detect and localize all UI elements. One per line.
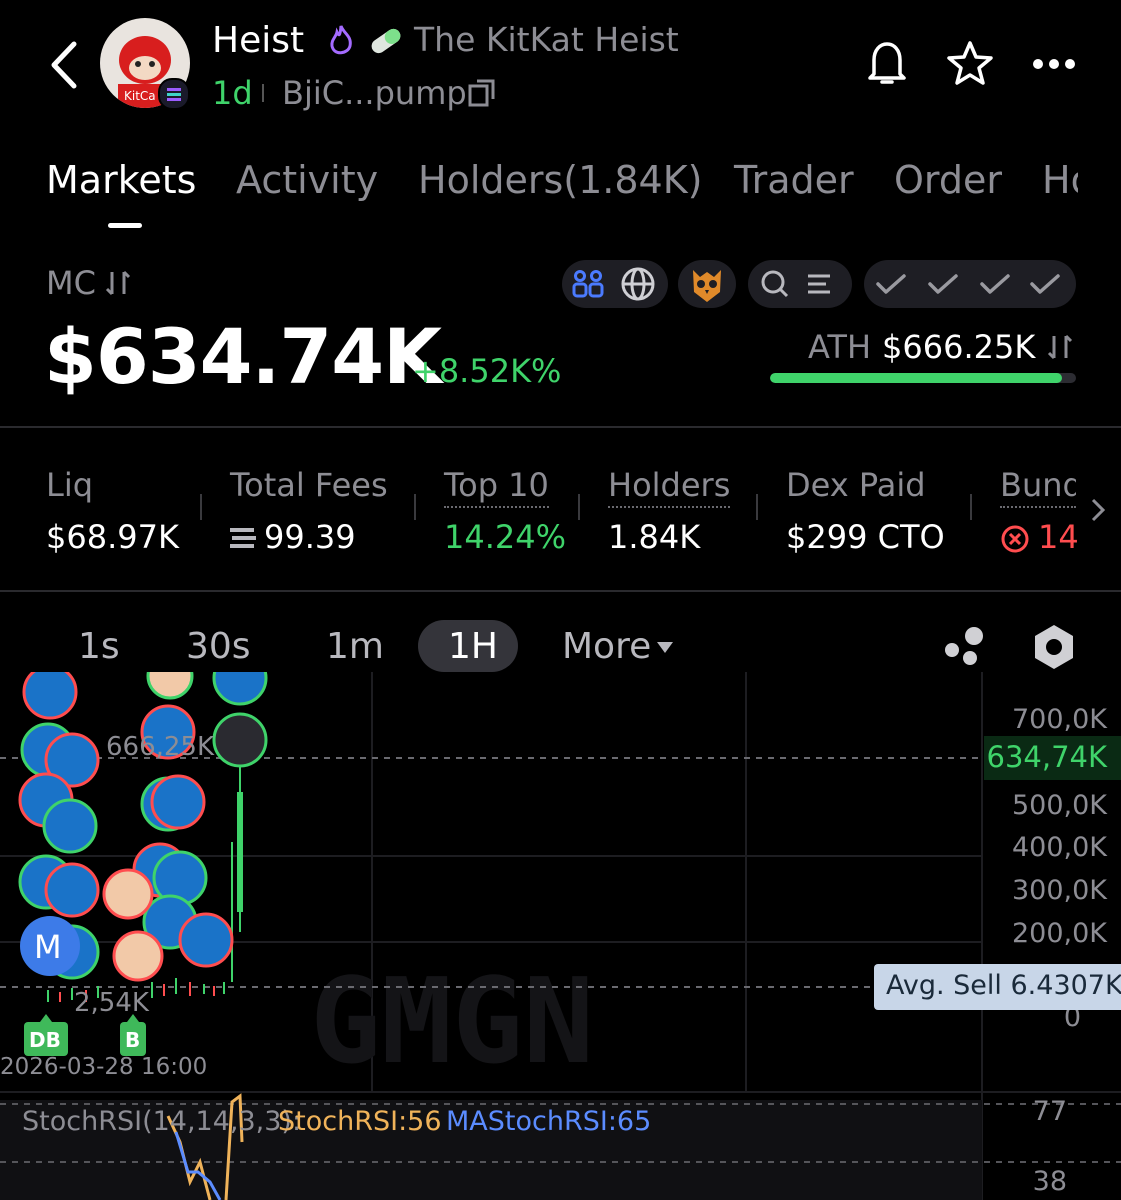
stat-separator [756,494,758,520]
y-axis-label: 500,0K [1011,790,1107,821]
tab-active-indicator [108,223,142,228]
price-chart[interactable]: GMGN M DB B 666,25K 2,54K 2026-03-28 16:… [0,672,1121,1200]
tab-activity[interactable]: Activity [236,158,378,202]
stochrsi-value: StochRSI:56 [278,1106,442,1137]
timeframe-1h[interactable]: 1H [448,626,498,667]
stat-dex-paid-value: $299 CTO [786,518,945,556]
tab-order[interactable]: Order [894,158,1002,202]
bell-icon[interactable] [864,38,910,92]
avg-sell-label: Avg. Sell 6.4307K [886,970,1121,1001]
db-marker-label[interactable]: DB [29,1028,61,1052]
low-line-label: 2,54K [74,988,149,1018]
current-price-label: 634,74K [986,740,1108,774]
solana-fees-icon [228,526,258,554]
pill-icon [368,26,404,60]
stat-total-fees-label: Total Fees [230,466,388,504]
svg-text:KitCa: KitCa [124,89,156,103]
timeframe-1s[interactable]: 1s [78,626,120,667]
copy-icon[interactable] [468,78,496,112]
stat-holders-value: 1.84K [608,518,701,556]
ath-progress-fill [770,373,1062,383]
stat-top10-label[interactable]: Top 10 [444,466,549,508]
tab-trader[interactable]: Trader [734,158,854,202]
divider [0,426,1121,428]
mc-label: MC [46,264,96,302]
m-marker-label[interactable]: M [34,928,62,966]
y-axis-label: 300,0K [1011,875,1107,906]
security-checks-pill[interactable] [864,260,1076,308]
contract-address[interactable]: BjiC...pump [282,74,467,112]
solana-chain-icon [158,78,190,110]
token-name: Heist [212,20,305,61]
stochrsi-name: StochRSI(14,14,3,3): [22,1106,302,1137]
indicators-icon[interactable] [942,624,988,672]
gmgn-watermark: GMGN [310,952,594,1090]
stat-separator [578,494,580,520]
stat-top10-value: 14.24% [444,518,567,556]
stat-bundle-value: 14. [1038,518,1078,556]
timeframe-1m[interactable]: 1m [326,626,384,667]
more-options-icon[interactable] [1032,56,1076,75]
search-list-pill[interactable] [748,260,852,308]
star-icon[interactable] [946,40,994,90]
header-divider [262,84,264,102]
tab-markets[interactable]: Markets [46,158,196,202]
stat-liq-value: $68.97K [46,518,179,556]
tab-holders[interactable]: Holders(1.84K) [418,158,702,202]
caret-down-icon[interactable] [656,640,674,659]
stat-separator [970,494,972,520]
back-icon[interactable] [44,40,84,90]
sort-toggle-icon[interactable] [104,268,132,302]
owl-audit-pill[interactable] [678,260,736,308]
ath-line-label: 666,25K [106,732,215,762]
token-age: 1d [212,74,253,112]
fire-icon [326,24,356,62]
y-axis-label: 400,0K [1011,832,1107,863]
timeframe-30s[interactable]: 30s [186,626,251,667]
mc-value: $634.74K [44,312,442,401]
stat-dex-paid-label: Dex Paid [786,466,926,504]
stat-bundle-label[interactable]: Bund [1000,466,1076,508]
indicator-y-label: 38 [1032,1166,1067,1197]
date-label: 2026-03-28 16:00 [0,1054,208,1080]
b-marker-label[interactable]: B [125,1028,140,1052]
ath-value: $666.25K [882,328,1036,366]
stat-separator [414,494,416,520]
warning-x-icon [1000,524,1030,558]
token-fullname: The KitKat Heist [414,20,679,59]
chevron-right-icon[interactable] [1088,496,1108,528]
y-axis-label: 200,0K [1011,918,1107,949]
tab-ho[interactable]: Ho [1042,158,1078,202]
chart-settings-icon[interactable] [1030,622,1078,676]
stat-total-fees-value: 99.39 [264,518,356,556]
mc-change: +8.52K% [412,352,562,390]
ma-stochrsi-value: MAStochRSI:65 [446,1106,652,1137]
stat-liq-label: Liq [46,466,94,504]
indicator-y-label: 77 [1032,1096,1067,1127]
ath-sort-icon[interactable] [1046,332,1074,366]
stat-separator [200,494,202,520]
social-links-pill[interactable] [562,260,668,308]
ath-label: ATH [808,328,872,366]
y-axis-label: 700,0K [1011,704,1107,735]
divider [0,590,1121,592]
stat-holders-label[interactable]: Holders [608,466,731,508]
timeframe-more[interactable]: More [562,626,651,667]
ath-progress-bar [770,373,1076,383]
